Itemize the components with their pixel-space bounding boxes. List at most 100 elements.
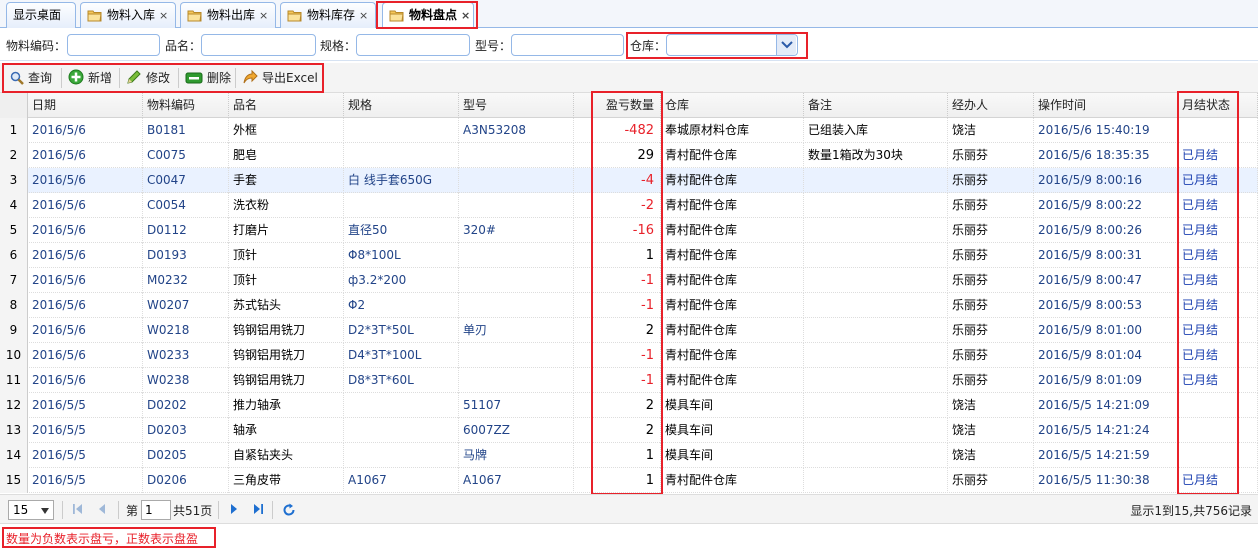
cell-warehouse: 青村配件仓库	[661, 193, 804, 218]
cell-model	[459, 268, 574, 293]
cell-handler: 乐丽芬	[948, 318, 1034, 343]
cell-status: 已月结	[1178, 293, 1258, 318]
column-header-status[interactable]: 月结状态	[1178, 93, 1258, 118]
cell-spec: D8*3T*60L	[344, 368, 459, 393]
tab-label: 物料库存	[307, 8, 356, 22]
plus-icon	[68, 69, 84, 85]
cell-qty: 2	[574, 318, 661, 343]
table-row[interactable]: 11 2016/5/6 W0238 钨钢铝用铣刀 D8*3T*60L -1 青村配件仓库 乐丽…	[0, 368, 1258, 393]
close-icon[interactable]: ×	[359, 4, 368, 28]
cell-remark	[804, 368, 948, 393]
table-row[interactable]: 13 2016/5/5 D0203 轴承 6007ZZ 2 模具车间 饶洁 2016/5/5 1…	[0, 418, 1258, 443]
code-input[interactable]	[67, 34, 160, 56]
tab-inventory[interactable]: 物料库存 ×	[280, 2, 376, 28]
tab-inbound[interactable]: 物料入库 ×	[80, 2, 176, 28]
name-label: 品名：	[165, 39, 202, 53]
add-button[interactable]: 新增	[64, 66, 116, 90]
cell-code: W0218	[143, 318, 229, 343]
column-header-name[interactable]: 品名	[229, 93, 344, 118]
last-page-icon[interactable]	[252, 503, 264, 515]
cell-remark	[804, 193, 948, 218]
close-icon[interactable]: ×	[461, 4, 470, 28]
table-row[interactable]: 12 2016/5/5 D0202 推力轴承 51107 2 模具车间 饶洁 2016/5/5 …	[0, 393, 1258, 418]
cell-remark	[804, 393, 948, 418]
cell-qty: -2	[574, 193, 661, 218]
table-row[interactable]: 5 2016/5/6 D0112 打磨片 直径50 320# -16 青村配件仓库 乐丽芬 201…	[0, 218, 1258, 243]
table-row[interactable]: 14 2016/5/5 D0205 自紧钻夹头 马牌 1 模具车间 饶洁 2016/5/5 14…	[0, 443, 1258, 468]
cell-optime: 2016/5/5 14:21:09	[1034, 393, 1178, 418]
table-row[interactable]: 4 2016/5/6 C0054 洗衣粉 -2 青村配件仓库 乐丽芬 2016/5/9 8:0…	[0, 193, 1258, 218]
cell-model	[459, 168, 574, 193]
export-excel-button[interactable]: 导出Excel	[238, 66, 322, 90]
column-header-optime[interactable]: 操作时间	[1034, 93, 1178, 118]
first-page-icon[interactable]	[72, 503, 84, 515]
table-row[interactable]: 8 2016/5/6 W0207 苏式钻头 Φ2 -1 青村配件仓库 乐丽芬 2016/5/9 …	[0, 293, 1258, 318]
column-header-remark[interactable]: 备注	[804, 93, 948, 118]
close-icon[interactable]: ×	[259, 4, 268, 28]
cell-handler: 乐丽芬	[948, 243, 1034, 268]
cell-remark	[804, 468, 948, 493]
pager-divider	[218, 501, 219, 519]
cell-qty: 1	[574, 443, 661, 468]
close-icon[interactable]: ×	[159, 4, 168, 28]
total-pages: 共51页	[173, 504, 213, 518]
pagination-bar: 15 第 共51页 显示1到15,共756记录	[0, 494, 1258, 524]
page-number-input[interactable]	[141, 500, 171, 520]
table-row[interactable]: 9 2016/5/6 W0218 钨钢铝用铣刀 D2*3T*50L 单刃 2 青村配件仓库 乐丽…	[0, 318, 1258, 343]
tab-desktop[interactable]: 显示桌面	[6, 2, 76, 28]
chevron-down-icon[interactable]	[776, 35, 796, 55]
table-row[interactable]: 2 2016/5/6 C0075 肥皂 29 青村配件仓库 数量1箱改为30块 乐丽芬 2016…	[0, 143, 1258, 168]
name-input[interactable]	[201, 34, 316, 56]
cell-qty: -482	[574, 118, 661, 143]
row-number: 5	[0, 218, 28, 243]
cell-model: A1067	[459, 468, 574, 493]
next-page-icon[interactable]	[228, 503, 240, 515]
column-header-code[interactable]: 物料编码	[143, 93, 229, 118]
delete-button[interactable]: 删除	[181, 66, 235, 90]
data-grid: 日期 物料编码 品名 规格 型号 盈亏数量 仓库 备注 经办人 操作时间 月结状…	[0, 93, 1258, 493]
toolbar-divider	[61, 68, 62, 88]
export-arrow-icon	[243, 69, 258, 84]
column-header-warehouse[interactable]: 仓库	[661, 93, 804, 118]
cell-date: 2016/5/6	[28, 168, 143, 193]
tab-outbound[interactable]: 物料出库 ×	[180, 2, 276, 28]
column-header-spec[interactable]: 规格	[344, 93, 459, 118]
model-input[interactable]	[511, 34, 624, 56]
cell-spec	[344, 193, 459, 218]
column-header-handler[interactable]: 经办人	[948, 93, 1034, 118]
tab-stocktake[interactable]: 物料盘点 ×	[382, 2, 474, 29]
table-row[interactable]: 3 2016/5/6 C0047 手套白 线手套650G -4 青村配件仓库 乐丽芬 2016…	[0, 168, 1258, 193]
table-row[interactable]: 15 2016/5/5 D0206 三角皮带 A1067 A1067 1 青村配件仓库 乐丽芬 2…	[0, 468, 1258, 493]
cell-name: 钨钢铝用铣刀	[229, 368, 344, 393]
folder-icon	[87, 6, 103, 30]
cell-model: 320#	[459, 218, 574, 243]
cell-qty: -1	[574, 268, 661, 293]
refresh-icon[interactable]	[282, 503, 296, 517]
cell-code: D0206	[143, 468, 229, 493]
cell-model: 51107	[459, 393, 574, 418]
cell-optime: 2016/5/6 18:35:35	[1034, 143, 1178, 168]
cell-date: 2016/5/5	[28, 418, 143, 443]
table-row[interactable]: 10 2016/5/6 W0233 钨钢铝用铣刀 D4*3T*100L -1 青村配件仓库 乐…	[0, 343, 1258, 368]
column-header-qty[interactable]: 盈亏数量	[574, 93, 661, 118]
cell-name: 肥皂	[229, 143, 344, 168]
cell-model: A3N53208	[459, 118, 574, 143]
cell-date: 2016/5/6	[28, 118, 143, 143]
toolbar-divider	[119, 68, 120, 88]
page-size-select[interactable]: 15	[8, 500, 54, 520]
cell-handler: 饶洁	[948, 393, 1034, 418]
prev-page-icon[interactable]	[96, 503, 108, 515]
table-row[interactable]: 1 2016/5/6 B0181 外框 A3N53208 -482 奉城原材料仓库 已组装入库…	[0, 118, 1258, 143]
table-row[interactable]: 6 2016/5/6 D0193 顶针 Φ8*100L 1 青村配件仓库 乐丽芬 2016/5/…	[0, 243, 1258, 268]
cell-qty: -16	[574, 218, 661, 243]
cell-status	[1178, 443, 1258, 468]
column-header-date[interactable]: 日期	[28, 93, 143, 118]
cell-optime: 2016/5/9 8:00:16	[1034, 168, 1178, 193]
spec-input[interactable]	[356, 34, 470, 56]
table-row[interactable]: 7 2016/5/6 M0232 顶针 ф3.2*200 -1 青村配件仓库 乐丽芬 2016/…	[0, 268, 1258, 293]
query-button[interactable]: 查询	[6, 66, 56, 90]
column-header-model[interactable]: 型号	[459, 93, 574, 118]
cell-qty: -4	[574, 168, 661, 193]
edit-button[interactable]: 修改	[122, 66, 174, 90]
cell-optime: 2016/5/5 14:21:59	[1034, 443, 1178, 468]
